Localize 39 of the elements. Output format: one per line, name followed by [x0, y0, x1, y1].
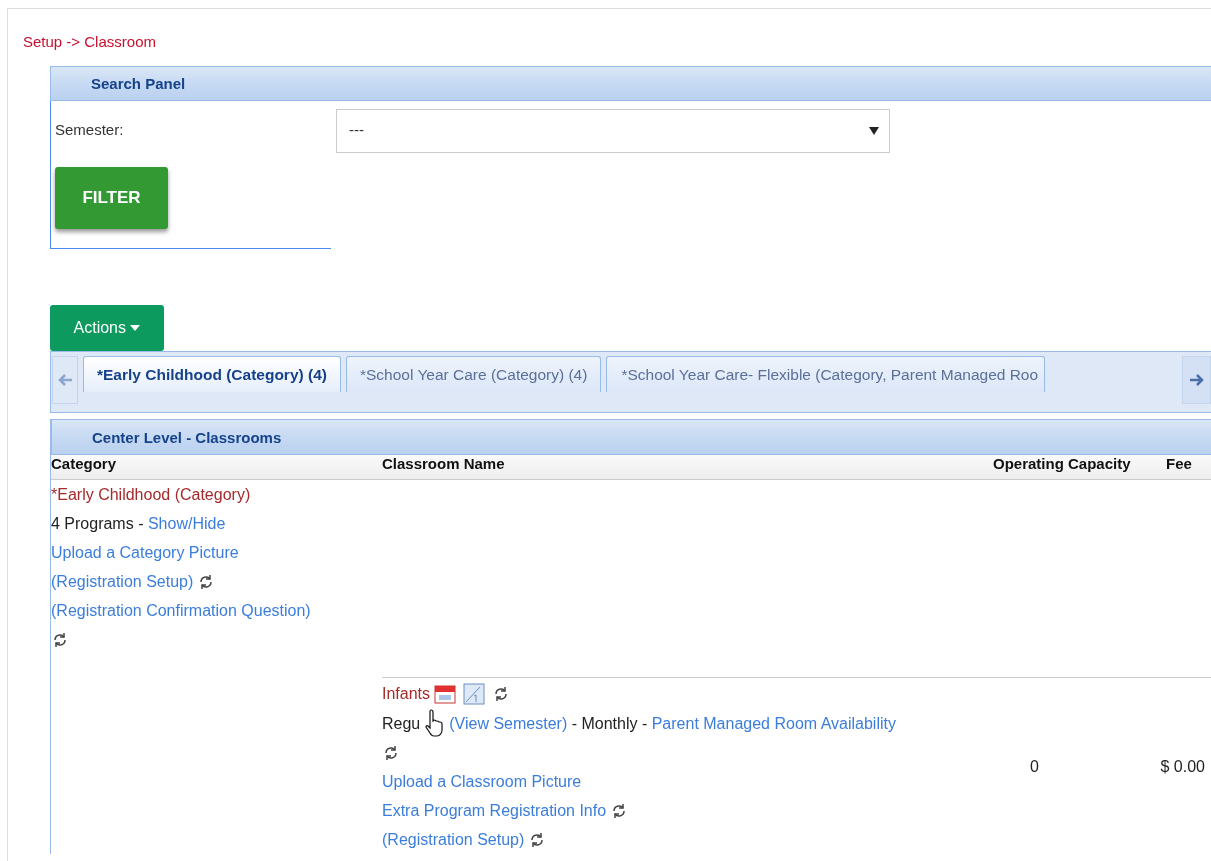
label-text: - Monthly -	[570, 713, 649, 734]
tab[interactable]: *School Year Care- Flexible (Category, Parent Managed Roo	[606, 355, 1046, 392]
caret-icon	[869, 126, 879, 135]
arrow-left-icon	[58, 373, 72, 386]
classroom-title[interactable]: Infants	[382, 679, 431, 708]
column-header: Fee	[1147, 454, 1211, 480]
semester-select[interactable]: ---	[336, 108, 890, 153]
column-header: Classroom Name	[382, 454, 993, 480]
label-text: Regu	[382, 713, 421, 734]
classroom-title[interactable]: *Early Childhood (Category)	[51, 480, 251, 509]
column-header: Operating Capacity	[993, 454, 1147, 480]
filter-button[interactable]: FILTER	[55, 166, 168, 229]
link[interactable]: Parent Managed Room Availability	[651, 708, 896, 738]
refresh-icon[interactable]	[51, 630, 69, 649]
panel-header: Search Panel	[50, 65, 1211, 101]
column-header: Category	[51, 454, 382, 480]
caret-icon	[130, 325, 141, 332]
breadcrumb: Setup -> Classroom	[23, 32, 157, 52]
calendar-icon[interactable]	[434, 683, 457, 704]
link[interactable]: (View Semester)	[449, 708, 568, 738]
capacity-value: 0	[1030, 757, 1039, 775]
scroll-right-button[interactable]	[1182, 355, 1211, 404]
panel-header: Center Level - Classrooms	[51, 418, 1211, 455]
link[interactable]: (Registration Setup)	[382, 825, 525, 854]
label-text: 4 Programs -	[51, 514, 145, 534]
actions-button[interactable]: Actions	[50, 304, 164, 351]
link[interactable]: (Registration Confirmation Question)	[51, 596, 311, 625]
tab[interactable]: *School Year Care (Category) (4)	[345, 355, 602, 392]
link[interactable]: (Registration Setup)	[51, 567, 194, 596]
refresh-icon[interactable]	[382, 743, 400, 762]
fee-value: $ 0.00	[1160, 757, 1205, 775]
link[interactable]: Upload a Category Picture	[51, 538, 239, 567]
select-value: ---	[349, 120, 364, 141]
field-label: Semester:	[55, 120, 125, 141]
tab[interactable]: *Early Childhood (Category) (4)	[83, 355, 341, 392]
arrow-right-icon	[1189, 373, 1204, 386]
link[interactable]: Show/Hide	[147, 509, 226, 538]
link[interactable]: Extra Program Registration Info	[382, 796, 607, 825]
link[interactable]: Upload a Classroom Picture	[382, 767, 582, 796]
